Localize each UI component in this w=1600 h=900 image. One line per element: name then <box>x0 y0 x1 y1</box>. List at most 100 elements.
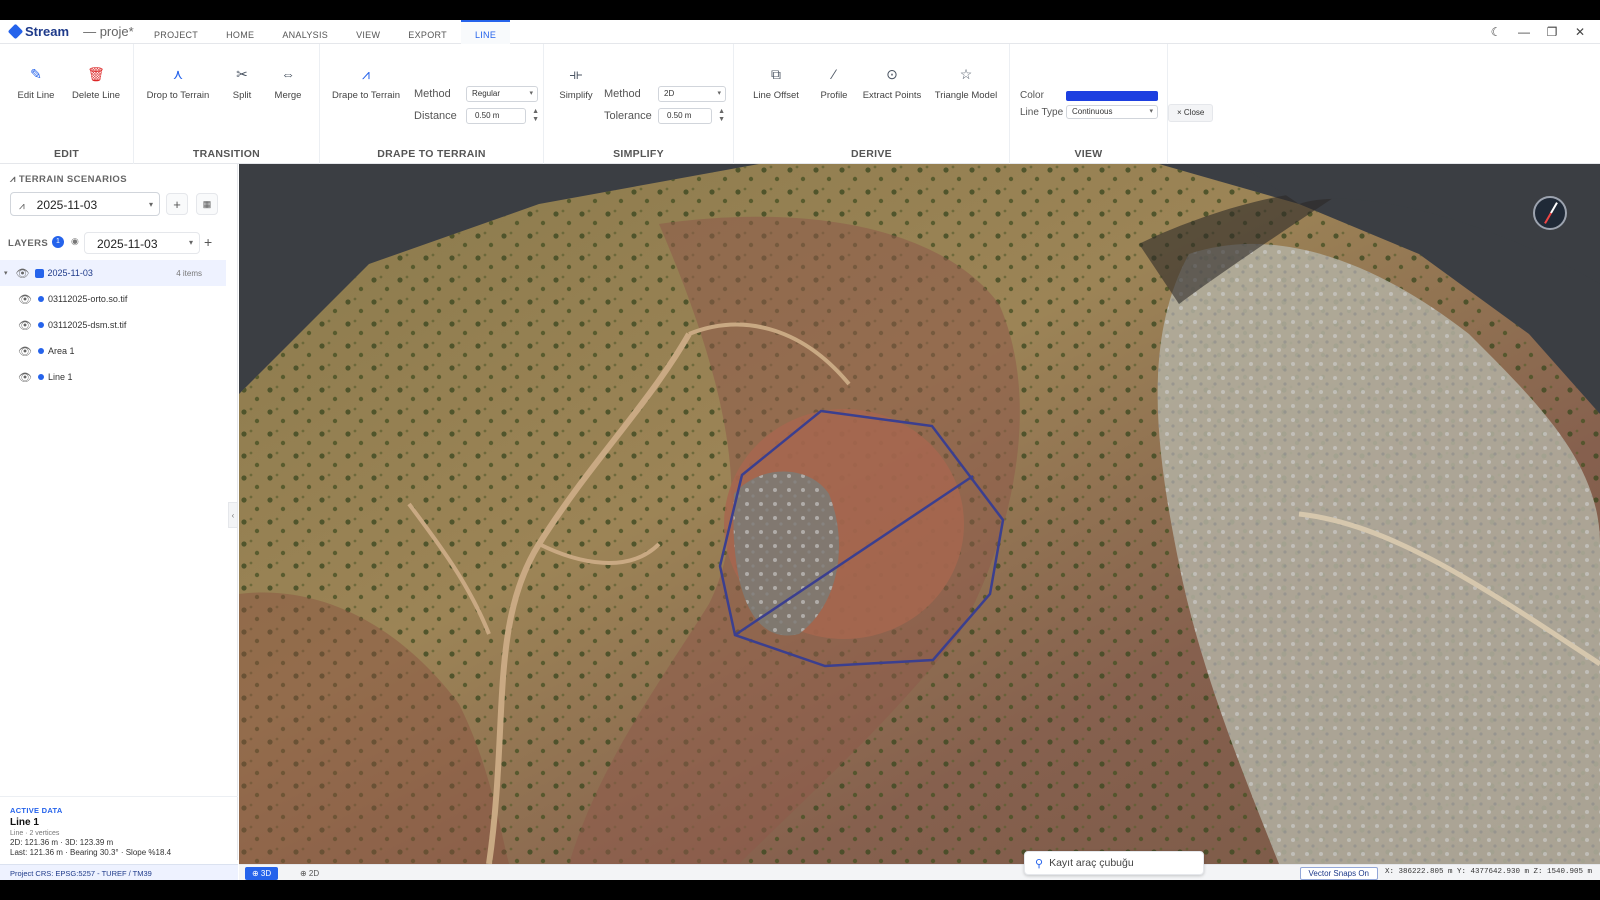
tab-export[interactable]: EXPORT <box>394 20 461 44</box>
trash-icon: 🗑 <box>87 66 105 82</box>
close-icon[interactable]: ✕ <box>1566 20 1594 44</box>
grid-icon[interactable]: ▦ <box>196 193 218 215</box>
terrain-3d-view[interactable] <box>239 164 1600 864</box>
layer-set-value: 2025-11-03 <box>97 237 158 251</box>
vector-snaps-toggle[interactable]: Vector Snaps On <box>1299 867 1378 880</box>
ribbon-group-simplify: ⟛ Simplify Method 2D ▾ Tolerance 0.50 m … <box>544 44 734 164</box>
ribbon-group-derive: ⧉ Line Offset ⁄ Profile ⊙ Extract Points… <box>734 44 1010 164</box>
tab-view[interactable]: VIEW <box>342 20 394 44</box>
stream-logo-icon <box>7 23 24 40</box>
tab-project[interactable]: PROJECT <box>140 20 212 44</box>
layer-item[interactable]: 👁 03112025-dsm.st.tif <box>0 312 226 338</box>
terrain-scenarios-title: ⩘ TERRAIN SCENARIOS <box>10 174 127 185</box>
simplify-icon: ⟛ <box>569 66 583 82</box>
stepper-icon[interactable]: ▲ ▼ <box>532 108 539 124</box>
layer-item-name: 03112025-dsm.st.tif <box>47 320 127 330</box>
view-3d-button[interactable]: ⊕ 3D <box>245 867 279 880</box>
eye-icon[interactable]: 👁 <box>18 293 32 306</box>
stepper-icon[interactable]: ▲ ▼ <box>718 108 725 124</box>
edit-line-button[interactable]: ✎ Edit Line <box>4 64 68 101</box>
ribbon: ✎ Edit Line 🗑 Delete Line EDIT ⋏ Drop to… <box>0 44 1600 164</box>
restore-icon[interactable]: ❐ <box>1538 20 1566 44</box>
line-offset-label: Line Offset <box>753 90 799 101</box>
profile-button[interactable]: ⁄ Profile <box>802 64 866 101</box>
linetype-value: Continuous <box>1072 107 1113 116</box>
scissors-icon: ✂ <box>236 66 248 82</box>
layer-dot <box>37 374 44 380</box>
drape-distance-value: 0.50 m <box>475 111 500 120</box>
layer-set-select[interactable]: 2025-11-03 ▾ <box>84 232 200 254</box>
layer-item[interactable]: 👁 Area 1 <box>0 338 226 364</box>
add-scenario-button[interactable]: + <box>166 193 188 215</box>
active-data-header: ACTIVE DATA <box>10 806 63 815</box>
active-data-panel: ACTIVE DATA Line 1 Line · 2 vertices 2D:… <box>10 806 230 857</box>
brand-name: Stream <box>25 24 70 39</box>
delete-line-label: Delete Line <box>71 90 121 101</box>
layer-group-row[interactable]: ▾ 👁 2025-11-03 4 items <box>0 260 226 286</box>
layers-count-badge: 1 <box>52 236 64 248</box>
app-window: Stream — proje* PROJECT HOME ANALYSIS VI… <box>0 20 1600 880</box>
project-crs[interactable]: Project CRS: EPSG:5257 - TUREF / TM39 <box>0 864 238 880</box>
layer-item-name: Line 1 <box>47 372 73 382</box>
layer-item-name: 03112025-orto.so.tif <box>47 294 128 304</box>
chevron-down-icon: ▾ <box>148 200 153 209</box>
drape-to-terrain-button[interactable]: ⩘ Drape to Terrain <box>332 64 400 101</box>
ribbon-group-title: EDIT <box>53 148 80 160</box>
layer-group-name: 2025-11-03 <box>47 268 93 278</box>
linetype-label: Line Type <box>1020 107 1064 118</box>
folder-icon <box>35 268 45 278</box>
ribbon-group-view: Color Line Type Continuous ▾ VIEW <box>1010 44 1168 164</box>
merge-icon: ⇔ <box>281 66 295 82</box>
view-2d-button[interactable]: ⊕ 2D <box>293 867 326 880</box>
minimize-icon[interactable]: — <box>1510 20 1538 44</box>
map-viewport[interactable] <box>239 164 1600 864</box>
record-toolbar-button[interactable]: ⚲ Kayıt araç çubuğu <box>1024 851 1204 875</box>
eye-icon[interactable]: 👁 <box>18 371 32 384</box>
extract-points-button[interactable]: ⊙ Extract Points <box>860 64 924 101</box>
tab-home[interactable]: HOME <box>212 20 268 44</box>
tab-analysis[interactable]: ANALYSIS <box>268 20 342 44</box>
layer-group-count: 4 items <box>176 268 202 278</box>
eye-icon[interactable]: 👁 <box>18 345 32 358</box>
app-brand: Stream — proje* <box>7 23 134 40</box>
terrain-scenario-select[interactable]: ⩘ 2025-11-03 ▾ <box>10 192 160 216</box>
terrain-icon: ⩘ <box>10 174 19 185</box>
extract-points-label: Extract Points <box>862 90 922 101</box>
color-swatch[interactable] <box>1066 91 1158 101</box>
drape-distance-label: Distance <box>414 110 457 122</box>
triangle-model-button[interactable]: ☆ Triangle Model <box>934 64 998 101</box>
chevron-down-icon[interactable]: ▾ <box>4 269 8 277</box>
drop-to-terrain-button[interactable]: ⋏ Drop to Terrain <box>146 64 210 101</box>
eye-icon[interactable]: 👁 <box>18 319 32 332</box>
ribbon-group-transition: ⋏ Drop to Terrain ✂ Split ⇔ Merge TRANSI… <box>134 44 320 164</box>
chevron-down-icon: ▾ <box>1149 108 1153 115</box>
delete-line-button[interactable]: 🗑 Delete Line <box>64 64 128 101</box>
layer-item[interactable]: 👁 Line 1 <box>0 364 226 390</box>
tab-line[interactable]: LINE <box>460 20 511 44</box>
split-label: Split <box>232 90 252 101</box>
eye-icon[interactable]: 👁 <box>16 267 30 280</box>
drape-method-value: Regular <box>472 89 501 98</box>
close-line-button[interactable]: × Close <box>1168 104 1214 122</box>
simplify-button[interactable]: ⟛ Simplify <box>544 64 608 101</box>
linetype-select[interactable]: Continuous ▾ <box>1066 105 1158 119</box>
drape-method-label: Method <box>414 88 451 100</box>
copy-icon: ⧉ <box>771 66 781 82</box>
simplify-tolerance-input[interactable]: 0.50 m ▲ ▼ <box>658 108 725 124</box>
ribbon-group-title: TRANSITION <box>192 148 261 160</box>
merge-label: Merge <box>274 90 302 101</box>
simplify-method-select[interactable]: 2D ▾ <box>658 86 726 102</box>
profile-icon: ⁄ <box>832 66 836 82</box>
add-layer-button[interactable]: + <box>204 234 212 250</box>
layer-dot <box>37 348 44 354</box>
star-icon: ☆ <box>959 66 973 82</box>
drape-distance-input[interactable]: 0.50 m ▲ ▼ <box>466 108 539 124</box>
layer-item[interactable]: 👁 03112025-orto.so.tif <box>0 286 226 312</box>
line-offset-button[interactable]: ⧉ Line Offset <box>744 64 808 101</box>
drape-method-select[interactable]: Regular ▾ <box>466 86 538 102</box>
theme-toggle-icon[interactable]: ☾ <box>1482 20 1510 44</box>
edit-line-label: Edit Line <box>17 90 55 101</box>
collapse-sidebar-icon[interactable]: ‹ <box>228 502 238 528</box>
merge-button[interactable]: ⇔ Merge <box>256 64 320 101</box>
compass-icon[interactable] <box>1533 196 1567 230</box>
